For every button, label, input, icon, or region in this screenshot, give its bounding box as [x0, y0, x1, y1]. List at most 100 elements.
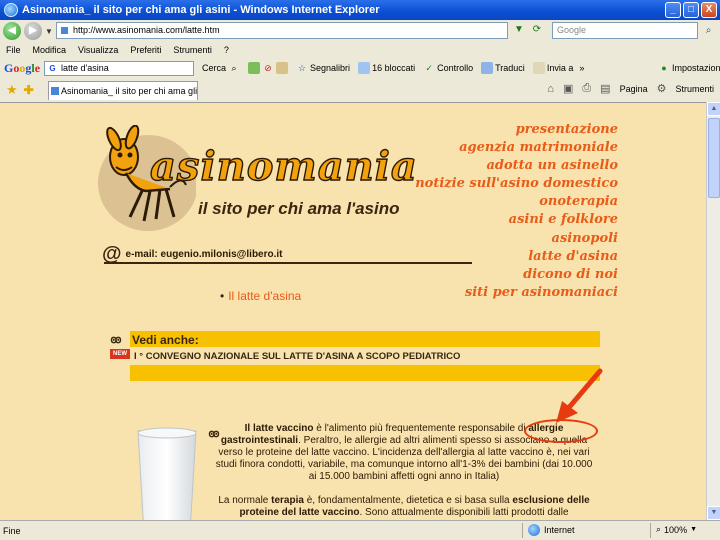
feeds-icon[interactable]: ▣ — [563, 82, 573, 95]
globe-icon — [528, 524, 540, 536]
translate-icon — [481, 62, 494, 74]
zone-label: Internet — [544, 525, 575, 535]
home-icon[interactable]: ⌂ — [547, 83, 554, 95]
google-search-button[interactable]: Cerca ⌕ — [202, 62, 240, 74]
maximize-button[interactable]: □ — [683, 2, 699, 18]
star-icon: ☆ — [297, 63, 307, 73]
article-bold-latte-vaccino: Il latte vaccino — [244, 423, 314, 434]
close-button[interactable]: X — [701, 2, 717, 18]
address-input[interactable]: http://www.asinomania.com/latte.htm — [56, 22, 508, 39]
menu-file[interactable]: File — [6, 45, 21, 55]
article-text-1b: è l'alimento più frequentemente responsa… — [313, 423, 529, 434]
menu-modifica[interactable]: Modifica — [33, 45, 67, 55]
hooves-icon: ꙭ — [110, 334, 122, 346]
send-label: Invia a — [546, 63, 574, 73]
article-text-2c: è, fondamentalmente, dietetica e si basa… — [303, 495, 513, 506]
back-button[interactable]: ◀ — [3, 22, 21, 40]
tab-page-icon — [51, 87, 59, 95]
address-dropdown-icon[interactable]: ▼ — [512, 23, 526, 37]
nav-onoterapia[interactable]: onoterapia — [415, 193, 618, 211]
tools-menu-button[interactable]: Strumenti — [675, 84, 714, 94]
google-logo[interactable]: Google — [4, 61, 40, 76]
tools-gear-icon: ⚙ — [656, 83, 667, 95]
send-icon — [532, 62, 545, 74]
add-favorite-icon[interactable]: ✚ — [24, 83, 34, 97]
search-input[interactable]: Google — [552, 22, 698, 39]
site-logo-text: asinomania — [149, 142, 418, 190]
new-badge: NEW — [110, 349, 130, 359]
send-button[interactable]: Invia a — [532, 62, 574, 74]
settings-label: Impostazioni — [672, 63, 720, 73]
bookmarks-button[interactable]: ☆ Segnalibri — [296, 62, 350, 74]
title-bar: Asinomania_ il sito per chi ama gli asin… — [0, 0, 720, 20]
milk-glass-image — [137, 427, 197, 520]
refresh-icon[interactable]: ⟳ — [530, 23, 544, 37]
breadcrumb-label: Il latte d'asina — [228, 289, 302, 303]
menu-bar: File Modifica Visualizza Preferiti Strum… — [0, 42, 720, 58]
block-icon: ⊘ — [264, 63, 272, 73]
favorites-star-icon[interactable]: ★ — [6, 82, 18, 98]
nav-siti-per-asinomaniaci[interactable]: siti per asinomaniaci — [415, 284, 618, 302]
article-bold-terapia: terapia — [271, 495, 304, 506]
google-search-input[interactable]: G latte d'asina — [44, 60, 195, 76]
scroll-down-icon[interactable]: ▼ — [707, 506, 720, 520]
scroll-up-icon[interactable]: ▲ — [707, 102, 720, 116]
article-paragraph-2: La normale terapia è, fondamentalmente, … — [212, 495, 596, 519]
nav-asinopoli[interactable]: asinopoli — [415, 230, 618, 248]
nav-agenzia-matrimoniale[interactable]: agenzia matrimoniale — [415, 139, 618, 157]
nav-asini-e-folklore[interactable]: asini e folklore — [415, 211, 618, 229]
window-controls: _ □ X — [665, 2, 717, 18]
nav-dicono-di-noi[interactable]: dicono di noi — [415, 266, 618, 284]
pagerank-icon — [248, 62, 261, 74]
popup-blocker-button[interactable]: 16 bloccati — [358, 62, 415, 74]
forward-button[interactable]: ▶ — [24, 22, 42, 40]
google-search-value: latte d'asina — [61, 62, 109, 73]
annotation-arrow — [556, 368, 603, 423]
security-zone[interactable]: Internet — [528, 524, 575, 536]
zoom-level: 100% — [664, 524, 688, 535]
translate-label: Traduci — [495, 63, 525, 73]
status-bar: Fine Internet ⌕ 100% ▼ — [0, 520, 720, 540]
google-mini-icon: G — [49, 63, 56, 73]
scroll-thumb[interactable] — [708, 118, 720, 198]
settings-button[interactable]: ● Impostazioni — [658, 62, 720, 74]
bookmarks-label: Segnalibri — [310, 63, 351, 73]
more-chevron-icon[interactable]: » — [579, 63, 584, 73]
page-icon — [60, 26, 69, 35]
vertical-scrollbar[interactable]: ▲ ▼ — [706, 102, 720, 520]
menu-help[interactable]: ? — [224, 45, 229, 55]
nav-latte-d-asina[interactable]: latte d'asina — [415, 248, 618, 266]
spellcheck-button[interactable]: ✓ Controllo — [423, 62, 473, 74]
popup-blocker-icon — [358, 62, 371, 74]
translate-button[interactable]: Traduci — [481, 62, 525, 74]
nav-notizie-asino-domestico[interactable]: notizie sull'asino domestico — [415, 175, 618, 193]
nav-presentazione[interactable]: presentazione — [415, 121, 618, 139]
search-icon: ⌕ — [231, 63, 237, 73]
convegno-link[interactable]: I ° CONVEGNO NAZIONALE SUL LATTE D'ASINA… — [134, 351, 460, 362]
menu-strumenti[interactable]: Strumenti — [173, 45, 212, 55]
vedi-anche-title: Vedi anche: — [132, 333, 199, 347]
status-separator — [522, 523, 523, 538]
popup-blocker-label: 16 bloccati — [372, 63, 416, 73]
history-dropdown-icon[interactable]: ▼ — [45, 27, 53, 36]
email-link[interactable]: e-mail: eugenio.milonis@libero.it — [126, 249, 283, 260]
menu-preferiti[interactable]: Preferiti — [130, 45, 161, 55]
page-menu-button[interactable]: Pagina — [620, 84, 648, 94]
status-separator-2 — [650, 523, 651, 538]
tab-row: ★ ✚ Asinomania_ il sito per chi ama gli … — [0, 78, 720, 102]
breadcrumb-latte[interactable]: • Il latte d'asina — [220, 289, 301, 303]
minimize-button[interactable]: _ — [665, 2, 681, 18]
mail-icon — [276, 62, 289, 74]
print-icon[interactable]: ⎙ — [582, 82, 591, 95]
article-text-2a: La normale — [218, 495, 272, 506]
article-text-2e: . Sono attualmente disponibili latti pro… — [359, 507, 569, 518]
menu-visualizza[interactable]: Visualizza — [78, 45, 118, 55]
site-nav: presentazione agenzia matrimoniale adott… — [415, 121, 618, 302]
search-icon[interactable]: ⌕ — [701, 23, 716, 38]
google-extras[interactable]: ⊘ — [248, 62, 289, 74]
nav-adotta-un-asinello[interactable]: adotta un asinello — [415, 157, 618, 175]
tab-asinomania[interactable]: Asinomania_ il sito per chi ama gli asin… — [48, 81, 198, 100]
address-url: http://www.asinomania.com/latte.htm — [73, 25, 220, 35]
zoom-control[interactable]: ⌕ 100% ▼ — [656, 524, 697, 535]
command-bar: ⌂ ▣ ⎙ ▤ Pagina ⚙ Strumenti — [547, 82, 714, 95]
